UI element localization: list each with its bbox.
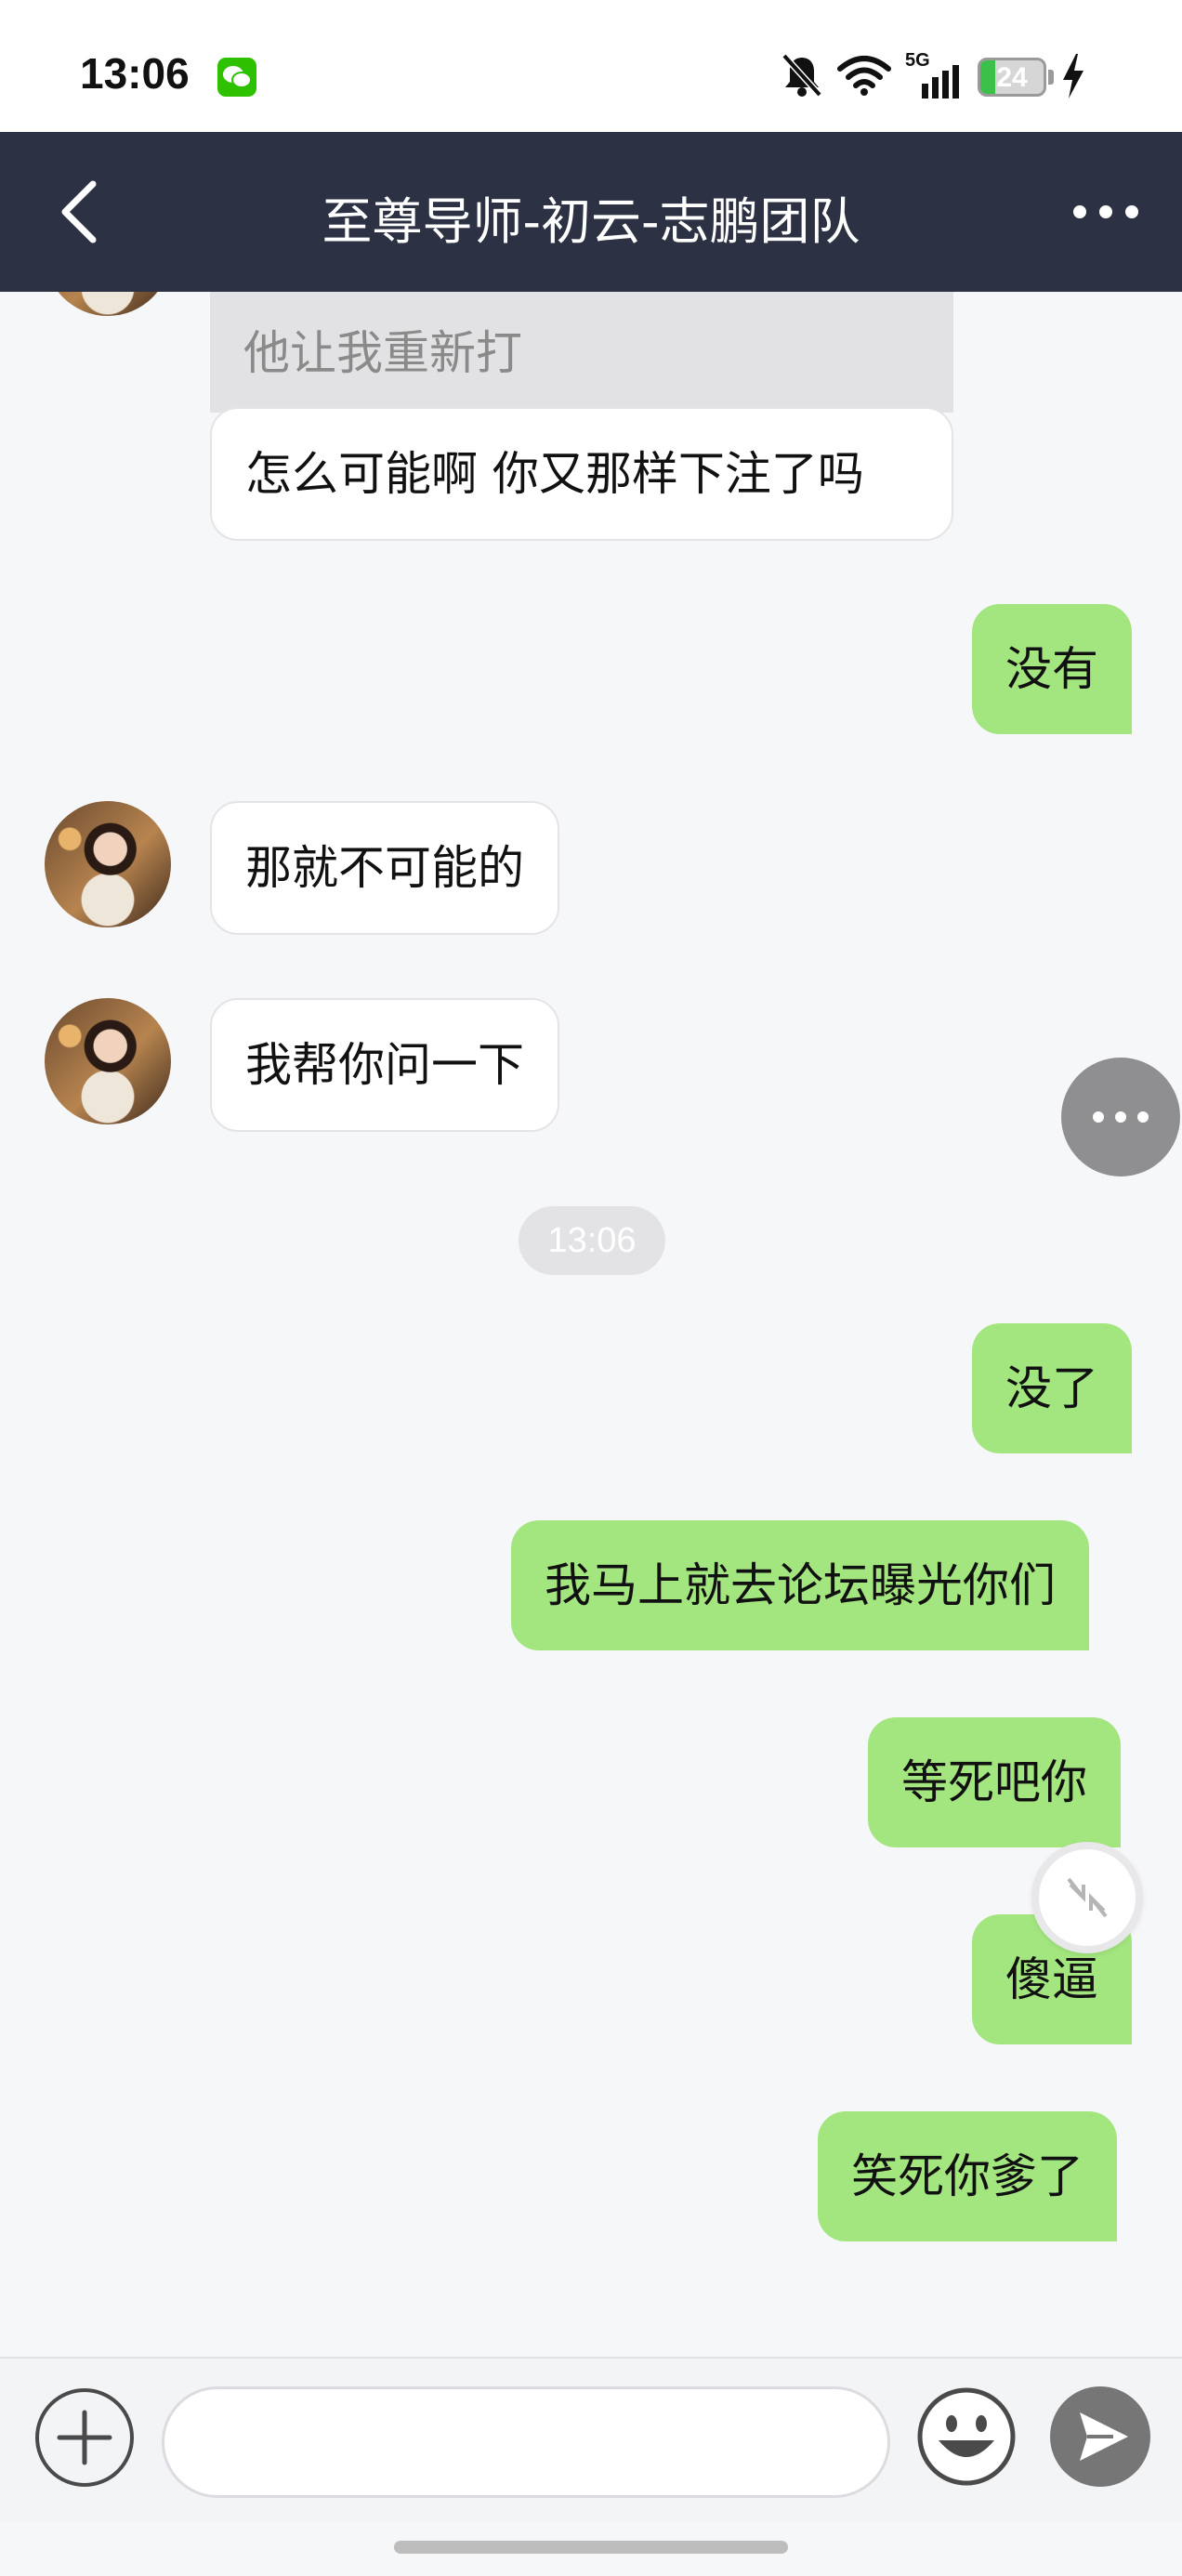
message-bubble-incoming[interactable]: 怎么可能啊 你又那样下注了吗	[210, 407, 953, 541]
floating-more-button[interactable]	[1061, 1058, 1180, 1176]
message-bubble-outgoing[interactable]: 笑死你爹了	[818, 2111, 1117, 2241]
quoted-message-text: 他让我重新打	[243, 326, 522, 380]
send-button[interactable]	[1050, 2386, 1150, 2487]
home-indicator[interactable]	[394, 2541, 788, 2554]
smiley-icon	[917, 2387, 1016, 2486]
message-bubble-incoming[interactable]: 那就不可能的	[210, 801, 559, 935]
message-bubble-outgoing[interactable]: 没有	[972, 604, 1132, 734]
emoji-button[interactable]	[916, 2386, 1017, 2487]
message-timestamp: 13:06	[519, 1206, 665, 1275]
message-input[interactable]	[162, 2386, 890, 2498]
back-button[interactable]	[52, 177, 108, 247]
chevron-left-icon	[61, 180, 97, 243]
contact-avatar[interactable]	[45, 801, 171, 927]
message-bubble-outgoing[interactable]: 没了	[972, 1323, 1132, 1453]
wifi-icon	[836, 54, 892, 100]
more-options-button[interactable]	[1069, 193, 1143, 230]
contact-avatar[interactable]	[45, 998, 171, 1124]
wechat-icon	[217, 58, 256, 97]
signal-icon	[909, 65, 961, 102]
contact-avatar[interactable]	[45, 292, 171, 316]
chat-header: 至尊导师-初云-志鹏团队	[0, 132, 1182, 292]
send-arrow-icon	[1080, 2412, 1128, 2461]
battery-level: 24	[996, 62, 1028, 93]
message-bubble-outgoing[interactable]: 我马上就去论坛曝光你们	[511, 1520, 1089, 1650]
status-time: 13:06	[80, 49, 190, 98]
more-dots-icon	[1073, 205, 1138, 218]
message-bubble-outgoing[interactable]: 等死吧你	[868, 1717, 1121, 1847]
add-attachment-button[interactable]	[35, 2388, 134, 2487]
message-list[interactable]: 他让我重新打 怎么可能啊 你又那样下注了吗 没有 那就不可能的 我帮你问一下 1…	[0, 292, 1182, 2357]
collapse-arrows-icon	[1067, 1877, 1108, 1918]
battery-tip	[1048, 70, 1054, 85]
mute-bell-icon	[781, 52, 823, 102]
battery-icon: 24	[978, 58, 1046, 97]
message-bubble-incoming[interactable]: 我帮你问一下	[210, 998, 559, 1132]
charging-icon	[1061, 54, 1085, 102]
message-input-bar	[0, 2357, 1182, 2522]
collapse-button[interactable]	[1031, 1842, 1143, 1953]
more-dots-icon	[1093, 1111, 1149, 1123]
plus-icon	[57, 2410, 112, 2465]
status-bar: 13:06 5G 24	[0, 0, 1182, 132]
chat-title: 至尊导师-初云-志鹏团队	[322, 192, 860, 251]
